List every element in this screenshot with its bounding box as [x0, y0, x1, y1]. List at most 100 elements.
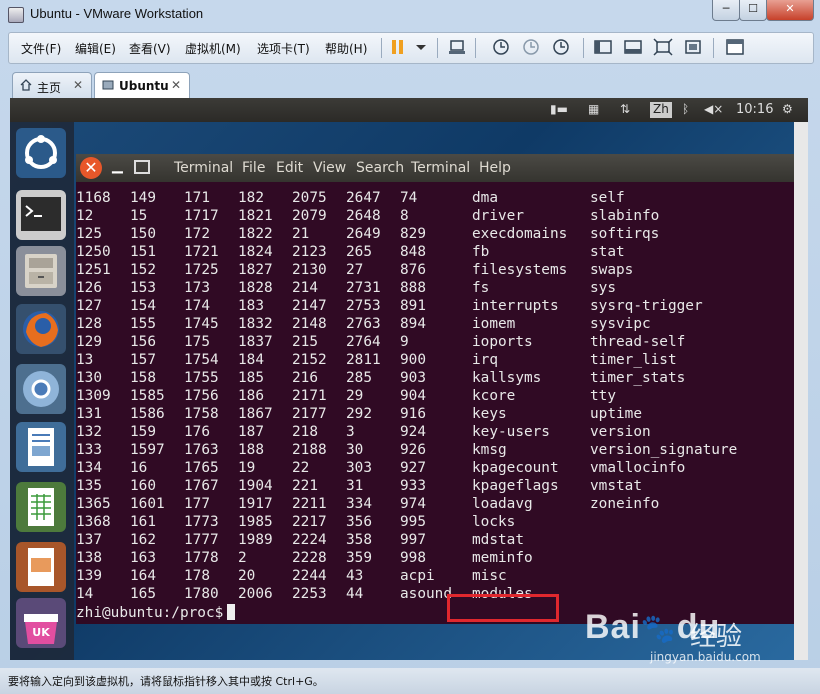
close-button[interactable]: ✕	[766, 0, 814, 21]
terminal-cell: 151	[130, 244, 156, 260]
tab-home[interactable]: 主页 ✕	[12, 72, 92, 99]
libreoffice-writer-icon[interactable]	[16, 422, 66, 472]
snapshot-icon[interactable]	[491, 38, 511, 56]
terminal-cell: iomem	[472, 316, 516, 332]
vm-scrollbar[interactable]	[794, 122, 808, 660]
terminal-cell: tty	[590, 388, 616, 404]
text-cursor	[227, 604, 236, 620]
status-bar: 要将输入定向到该虚拟机，请将鼠标指针移入其中或按 Ctrl+G。	[0, 668, 820, 694]
terminal-cell: 1989	[238, 532, 273, 548]
terminal-cell: uptime	[590, 406, 642, 422]
terminal-row: 13 157 1754 184 2152 2811 900 irq timer_list	[76, 352, 796, 370]
terminal-cell: 134	[76, 460, 102, 476]
files-launcher-icon[interactable]	[16, 246, 66, 296]
terminal-menu-edit[interactable]: Edit	[276, 160, 303, 176]
thumbnail-bar-icon[interactable]	[623, 38, 643, 56]
full-screen-icon[interactable]	[653, 38, 673, 56]
keyboard-icon[interactable]: ▮▬	[550, 102, 568, 118]
clock[interactable]: 10:16	[736, 102, 773, 118]
terminal-cell: 215	[292, 334, 318, 350]
tab-ubuntu[interactable]: Ubuntu ✕	[94, 72, 190, 99]
terminal-cell: 131	[76, 406, 102, 422]
ubuntu-software-center-icon[interactable]: UK	[16, 598, 66, 648]
terminal-cell: 1251	[76, 262, 111, 278]
maximize-button[interactable]: ☐	[739, 0, 767, 21]
menu-tabs[interactable]: 选项卡(T)	[257, 40, 310, 57]
menu-edit[interactable]: 编辑(E)	[75, 40, 116, 57]
terminal-row: 1251 152 1725 1827 2130 27 876 filesystems swaps	[76, 262, 796, 280]
terminal-cell: 1780	[184, 586, 219, 602]
tab-close-icon[interactable]: ✕	[73, 78, 83, 92]
terminal-cell: 14	[76, 586, 94, 602]
libreoffice-calc-icon[interactable]	[16, 482, 66, 532]
terminal-row: 14 165 1780 2006 2253 44 asound modules	[76, 586, 796, 604]
jingyan-watermark: 经验	[690, 622, 743, 652]
terminal-output[interactable]: 1168 149 171 182 2075 2647 74 dma self 12 15 1717 18…	[76, 182, 796, 624]
chromium-icon[interactable]	[16, 364, 66, 414]
terminal-cell: 12	[76, 208, 94, 224]
network-icon[interactable]: ⇅	[620, 102, 630, 118]
meminfo-highlight-box	[447, 594, 559, 622]
terminal-cell: filesystems	[472, 262, 568, 278]
menu-view[interactable]: 查看(V)	[129, 40, 171, 57]
terminal-cell: 175	[184, 334, 210, 350]
terminal-cell: 174	[184, 298, 210, 314]
terminal-maximize-button[interactable]	[134, 160, 150, 174]
input-method-indicator[interactable]: Zh	[650, 102, 672, 118]
terminal-cell: 19	[238, 460, 256, 476]
ubuntu-dash-icon[interactable]	[16, 128, 66, 178]
terminal-menu-terminal[interactable]: Terminal	[411, 160, 470, 176]
terminal-close-button[interactable]: ✕	[80, 157, 102, 179]
terminal-cell: 916	[400, 406, 426, 422]
minimize-button[interactable]: ─	[712, 0, 740, 21]
terminal-cell: 1755	[184, 370, 219, 386]
menu-vm[interactable]: 虚拟机(M)	[185, 40, 241, 57]
terminal-cell: 2228	[292, 550, 327, 566]
terminal-menu-view[interactable]: View	[313, 160, 346, 176]
terminal-menu-file[interactable]: File	[242, 160, 265, 176]
terminal-row: 135 160 1767 1904 221 31 933 kpageflags vmstat	[76, 478, 796, 496]
libreoffice-impress-icon[interactable]	[16, 542, 66, 592]
terminal-menu-search[interactable]: Search	[356, 160, 404, 176]
unity-mode-icon[interactable]	[683, 38, 703, 56]
vm-display[interactable]: ▮▬ ▦ ⇅ Zh ᛒ ◀× 10:16 ⚙ UK ✕ ▁ Terminal F…	[10, 98, 808, 660]
terminal-cell: kmsg	[472, 442, 507, 458]
terminal-cell: 30	[346, 442, 364, 458]
power-gear-icon[interactable]: ⚙	[782, 102, 793, 118]
terminal-cell: misc	[472, 568, 507, 584]
calendar-icon[interactable]: ▦	[588, 102, 599, 118]
snapshot-manager-icon[interactable]	[551, 38, 571, 56]
send-ctrl-alt-del-icon[interactable]	[447, 38, 467, 56]
shell-prompt[interactable]: zhi@ubuntu:/proc$	[76, 604, 236, 621]
terminal-cell: 2253	[292, 586, 327, 602]
terminal-menu-help[interactable]: Help	[479, 160, 511, 176]
terminal-cell: 187	[238, 424, 264, 440]
tab-close-icon[interactable]: ✕	[171, 78, 181, 92]
terminal-cell: 21	[292, 226, 310, 242]
terminal-app-menu[interactable]: Terminal	[174, 160, 233, 176]
terminal-cell: 1773	[184, 514, 219, 530]
terminal-cell: 848	[400, 244, 426, 260]
terminal-cell: 2224	[292, 532, 327, 548]
terminal-launcher-icon[interactable]	[16, 190, 66, 240]
dropdown-arrow-icon[interactable]	[411, 38, 431, 56]
terminal-cell: execdomains	[472, 226, 568, 242]
bluetooth-icon[interactable]: ᛒ	[682, 102, 689, 118]
firefox-icon[interactable]	[16, 304, 66, 354]
show-library-icon[interactable]	[593, 38, 613, 56]
terminal-cell: 924	[400, 424, 426, 440]
revert-snapshot-icon[interactable]	[521, 38, 541, 56]
terminal-cell: 29	[346, 388, 364, 404]
terminal-cell: 2244	[292, 568, 327, 584]
console-view-icon[interactable]	[725, 38, 745, 56]
menu-help[interactable]: 帮助(H)	[325, 40, 367, 57]
pause-icon[interactable]	[389, 38, 409, 56]
volume-muted-icon[interactable]: ◀×	[704, 102, 723, 118]
terminal-cell: 1904	[238, 478, 273, 494]
terminal-cell: asound	[400, 586, 452, 602]
menu-file[interactable]: 文件(F)	[21, 40, 61, 57]
terminal-minimize-button[interactable]: ▁	[112, 158, 126, 176]
terminal-window[interactable]: ✕ ▁ Terminal File Edit View Search Termi…	[76, 154, 796, 624]
terminal-cell: 9	[400, 334, 409, 350]
terminal-cell: 2648	[346, 208, 381, 224]
